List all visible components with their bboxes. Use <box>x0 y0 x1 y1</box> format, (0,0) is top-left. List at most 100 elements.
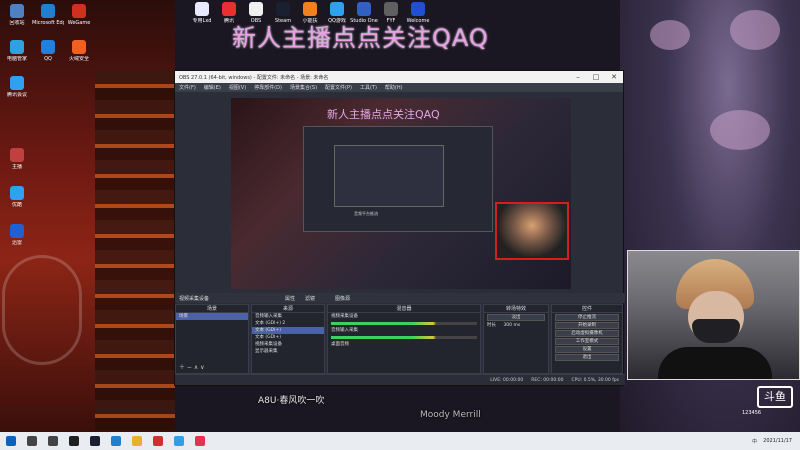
desktop-icon[interactable]: 火绒安全 <box>63 40 95 74</box>
app-icon[interactable] <box>195 436 205 446</box>
ime-indicator[interactable]: 中 <box>752 438 757 445</box>
selected-source-name: 视频采集设备 <box>179 295 210 302</box>
maximize-icon[interactable]: □ <box>587 73 605 81</box>
menu-profile[interactable]: 配置文件(P) <box>325 84 352 91</box>
song-subtitle: A8U·春风吹一吹 <box>258 396 325 406</box>
app-icon <box>72 4 86 18</box>
streamer-body <box>658 347 772 379</box>
search-icon[interactable] <box>27 436 37 446</box>
desktop-icon[interactable]: 腾讯会议 <box>1 76 33 110</box>
start-recording-button[interactable]: 开始录制 <box>555 322 619 329</box>
duration-row: 时长 300 ms <box>484 322 548 329</box>
app-icon <box>222 2 236 16</box>
start-icon[interactable] <box>6 436 16 446</box>
obs-titlebar[interactable]: OBS 27.0.1 (64-bit, windows) - 配置文件: 未命名… <box>175 71 623 83</box>
app-icon <box>10 224 24 238</box>
mixer-channel-label: 视频采集设备 <box>331 314 358 319</box>
mixer-channel-label: 桌面音频 <box>331 342 349 347</box>
desktop-icon[interactable]: 回收站 <box>1 4 33 38</box>
close-icon[interactable]: ✕ <box>605 73 623 81</box>
desktop-icon[interactable]: Microsoft Edge <box>32 4 64 38</box>
coke-logo-graphic <box>2 255 82 365</box>
taskbar-icons <box>6 436 205 446</box>
image-source-button[interactable]: 图像源 <box>335 295 350 302</box>
menu-tools[interactable]: 工具(T) <box>360 84 377 91</box>
app-icon <box>384 2 398 16</box>
volume-meter[interactable] <box>331 322 477 325</box>
source-item[interactable]: 文本 (GDI+) 2 <box>252 320 324 327</box>
desktop-icon-label: QQ <box>44 56 52 62</box>
desktop-icon[interactable]: 主播 <box>1 148 33 182</box>
studio-mode-button[interactable]: 工作室模式 <box>555 338 619 345</box>
minimize-icon[interactable]: – <box>569 73 587 81</box>
desktop-icon[interactable]: 优酷 <box>1 186 33 220</box>
desktop-icon-label: 火绒安全 <box>68 56 89 62</box>
desktop-icon-label: WeGame <box>67 20 91 26</box>
source-item[interactable]: 文本 (GDI+) <box>252 327 324 334</box>
preview-webcam <box>495 202 569 260</box>
app-icon <box>10 186 24 200</box>
app-icon <box>10 148 24 162</box>
music-icon[interactable] <box>153 436 163 446</box>
blossom-graphic <box>730 10 780 50</box>
sources-dock: 来源 音频输入采集 文本 (GDI+) 2 文本 (GDI+) 文本 (GDI+… <box>251 304 325 374</box>
desktop-icon-label: 电脑管家 <box>6 56 27 62</box>
app-icon <box>72 40 86 54</box>
scene-add-remove-icons[interactable]: ＋ − ∧ ∨ <box>179 362 205 371</box>
obs-docks: 场景 场景 ＋ − ∧ ∨ 来源 音频输入采集 文本 (GDI+) 2 文本 (… <box>175 304 625 374</box>
settings-button[interactable]: 设置 <box>555 346 619 353</box>
scene-item[interactable]: 场景 <box>176 313 248 320</box>
app-icon <box>41 40 55 54</box>
edge-icon[interactable] <box>111 436 121 446</box>
taskbar: 中 2021/11/17 <box>0 432 800 450</box>
chat-icon[interactable] <box>174 436 184 446</box>
app-icon <box>411 2 425 16</box>
duration-label: 时长 <box>487 323 496 328</box>
steam-icon[interactable] <box>90 436 100 446</box>
transitions-dock: 转场特效 淡出 时长 300 ms <box>483 304 549 374</box>
duration-value[interactable]: 300 ms <box>503 323 520 328</box>
app-icon <box>10 76 24 90</box>
desktop-icon-label: 回收站 <box>9 20 25 26</box>
desktop-icon[interactable]: WeGame <box>63 4 95 38</box>
desktop-icon[interactable]: QQ <box>32 40 64 74</box>
source-item[interactable]: 视频采集设备 <box>252 341 324 348</box>
transition-select[interactable]: 淡出 <box>487 314 545 321</box>
stop-streaming-button[interactable]: 停止推流 <box>555 314 619 321</box>
app-icon <box>330 2 344 16</box>
nested-preview-inner <box>334 145 444 207</box>
obs-source-toolbar: 视频采集设备 属性 滤镜 图像源 <box>175 293 625 303</box>
folder-icon[interactable] <box>132 436 142 446</box>
obs-icon[interactable] <box>69 436 79 446</box>
source-item[interactable]: 音频输入采集 <box>252 313 324 320</box>
app-icon <box>357 2 371 16</box>
obs-window[interactable]: OBS 27.0.1 (64-bit, windows) - 配置文件: 未命名… <box>174 70 625 386</box>
room-watermark: 123456 <box>742 410 762 416</box>
volume-meter[interactable] <box>331 336 477 339</box>
system-tray: 中 2021/11/17 <box>752 432 792 450</box>
nested-preview: 音频平台推流 <box>303 126 493 232</box>
sources-header: 来源 <box>252 305 324 313</box>
menu-edit[interactable]: 编辑(E) <box>204 84 221 91</box>
menu-docks[interactable]: 停靠部件(D) <box>254 84 282 91</box>
cpu-status: CPU: 0.5%, 30.00 fps <box>571 377 620 383</box>
app-icon <box>10 40 24 54</box>
controls-header: 控件 <box>552 305 622 313</box>
source-item[interactable]: 显示器采集 <box>252 348 324 355</box>
clock[interactable]: 2021/11/17 <box>763 438 792 444</box>
menu-view[interactable]: 视图(V) <box>229 84 246 91</box>
virtual-camera-button[interactable]: 启动虚拟摄像机 <box>555 330 619 337</box>
menu-scene-collection[interactable]: 场景集合(S) <box>290 84 317 91</box>
menu-help[interactable]: 帮助(H) <box>385 84 403 91</box>
preview-banner-text: 新人主播点点关注QAQ <box>327 108 440 121</box>
menu-file[interactable]: 文件(F) <box>179 84 196 91</box>
filters-button[interactable]: 滤镜 <box>305 295 315 302</box>
desktop-icon[interactable]: 电脑管家 <box>1 40 33 74</box>
task-view-icon[interactable] <box>48 436 58 446</box>
vending-machine-graphic <box>95 70 175 430</box>
exit-button[interactable]: 退出 <box>555 354 619 361</box>
desktop-icon[interactable]: 迅雷 <box>1 224 33 258</box>
properties-button[interactable]: 属性 <box>285 295 295 302</box>
source-item[interactable]: 文本 (GDI+) <box>252 334 324 341</box>
obs-preview[interactable]: 新人主播点点关注QAQ 音频平台推流 <box>231 98 571 289</box>
